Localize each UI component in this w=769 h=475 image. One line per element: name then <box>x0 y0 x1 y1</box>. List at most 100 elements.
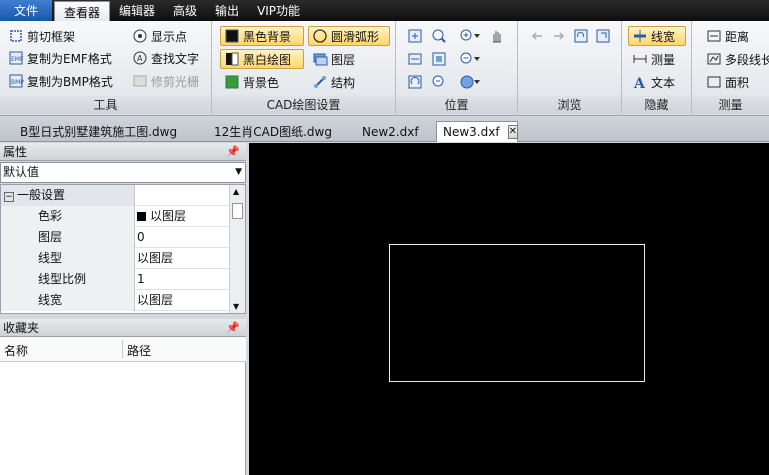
menu-advanced[interactable]: 高级 <box>164 0 206 21</box>
polyline-length-button[interactable]: 多段线长 <box>702 49 769 69</box>
svg-text:A: A <box>633 76 646 90</box>
ruler-icon <box>632 51 648 67</box>
black-background-button[interactable]: 黑色背景 <box>220 26 304 46</box>
menu-file[interactable]: 文件 <box>0 0 52 21</box>
menu-output[interactable]: 输出 <box>206 0 248 21</box>
tab-zodiac[interactable]: 12生肖CAD图纸.dwg <box>208 121 338 142</box>
black-bg-icon <box>224 28 240 44</box>
back-arrow-icon[interactable] <box>526 26 548 46</box>
scroll-down-icon[interactable]: ▼ <box>233 302 239 311</box>
column-divider[interactable] <box>122 340 123 358</box>
column-name[interactable]: 名称 <box>4 342 28 359</box>
distance-button[interactable]: 距离 <box>702 26 753 46</box>
fit-width-icon[interactable] <box>404 49 426 69</box>
layers-button[interactable]: 图层 <box>308 49 359 69</box>
property-row[interactable]: 图层 0 <box>1 227 229 248</box>
column-path[interactable]: 路径 <box>127 342 151 359</box>
drawing-canvas[interactable] <box>249 143 769 475</box>
properties-combo[interactable]: 默认值 ▼ <box>0 162 246 183</box>
find-text-icon: A <box>132 50 148 66</box>
points-icon <box>132 28 148 44</box>
svg-text:A: A <box>137 54 143 63</box>
crop-icon <box>8 28 24 44</box>
favorites-list: 名称 路径 <box>0 337 246 475</box>
pan-left-icon[interactable] <box>404 26 426 46</box>
line-width-button[interactable]: 线宽 <box>628 26 686 46</box>
scroll-thumb[interactable] <box>232 203 243 219</box>
tab-new3[interactable]: New3.dxf ✕ <box>436 121 518 142</box>
property-row[interactable]: 线型 以图层 <box>1 248 229 269</box>
zoom-in-dropdown-icon[interactable] <box>472 26 482 46</box>
text-icon: A <box>632 74 648 90</box>
rotate-icon[interactable] <box>404 72 426 92</box>
find-text-button[interactable]: A 查找文字 <box>128 48 203 68</box>
bmp-icon: BMP <box>8 73 24 89</box>
text-toggle-button[interactable]: A 文本 <box>628 72 679 92</box>
zoom-extents-icon[interactable] <box>428 49 450 69</box>
smooth-arc-button[interactable]: 圆滑弧形 <box>308 26 390 46</box>
line-width-icon <box>632 28 648 44</box>
svg-text:BMP: BMP <box>11 79 24 86</box>
properties-grid: − 一般设置 色彩 以图层 图层 0 线型 以图层 线型比例 1 线宽 以图层 ▲… <box>0 184 246 314</box>
area-icon <box>706 74 722 90</box>
group-hide: 线宽 测量 A 文本 隐藏 <box>622 21 692 116</box>
drawing-rectangle[interactable] <box>389 244 645 382</box>
bg-color-icon <box>224 74 240 90</box>
properties-panel-title: 属性 📌 <box>0 143 246 161</box>
ribbon: 剪切框架 EMF 复制为EMF格式 BMP 复制为BMP格式 显示点 A 查找文… <box>0 21 769 116</box>
trim-raster-button[interactable]: 修剪光栅 <box>128 71 203 91</box>
menu-viewer[interactable]: 查看器 <box>54 1 111 22</box>
pin-icon[interactable]: 📌 <box>226 143 240 161</box>
arc-icon <box>312 28 328 44</box>
area-button[interactable]: 面积 <box>702 72 753 92</box>
group-browse-label: 浏览 <box>518 96 621 114</box>
structure-icon <box>312 74 328 90</box>
property-row[interactable]: 色彩 以图层 <box>1 206 229 227</box>
tab-new2[interactable]: New2.dxf <box>356 121 425 142</box>
pin-icon[interactable]: 📌 <box>226 319 240 337</box>
hand-pan-icon[interactable] <box>486 26 508 46</box>
distance-icon <box>706 28 722 44</box>
group-tools: 剪切框架 EMF 复制为EMF格式 BMP 复制为BMP格式 显示点 A 查找文… <box>0 21 212 116</box>
open-folder-icon[interactable] <box>592 26 614 46</box>
structure-button[interactable]: 结构 <box>308 72 359 92</box>
forward-arrow-icon[interactable] <box>548 26 570 46</box>
tab-b-villa[interactable]: B型日式别墅建筑施工图.dwg <box>14 121 183 142</box>
chevron-down-icon[interactable]: ▼ <box>235 163 242 182</box>
property-row[interactable]: 线宽 以图层 <box>1 290 229 311</box>
zoom-previous-icon[interactable] <box>428 72 450 92</box>
properties-scrollbar[interactable]: ▲ ▼ <box>229 185 245 313</box>
group-cad-settings: 黑色背景 黑白绘图 背景色 圆滑弧形 图层 结构 CAD绘图设置 <box>212 21 396 116</box>
trim-raster-icon <box>132 73 148 89</box>
zoom-out-dropdown-icon[interactable] <box>472 49 482 69</box>
refresh-icon[interactable] <box>570 26 592 46</box>
menu-vip[interactable]: VIP功能 <box>248 0 309 21</box>
group-position: 位置 <box>396 21 518 116</box>
layers-icon <box>312 51 328 67</box>
group-measure-label: 测量 <box>692 96 769 114</box>
menu-bar: 文件 查看器 编辑器 高级 输出 VIP功能 <box>0 0 769 22</box>
crop-frame-button[interactable]: 剪切框架 <box>4 26 79 46</box>
zoom-window-icon[interactable] <box>428 26 450 46</box>
emf-icon: EMF <box>8 50 24 66</box>
bw-drawing-button[interactable]: 黑白绘图 <box>220 49 304 69</box>
category-row[interactable]: − 一般设置 <box>1 185 229 206</box>
close-icon[interactable]: ✕ <box>507 125 518 139</box>
copy-emf-button[interactable]: EMF 复制为EMF格式 <box>4 48 116 68</box>
measure-toggle-button[interactable]: 测量 <box>628 49 679 69</box>
group-browse: 浏览 <box>518 21 622 116</box>
property-row[interactable]: 线型比例 1 <box>1 269 229 290</box>
view-options-dropdown-icon[interactable] <box>472 72 482 92</box>
favorites-header: 名称 路径 <box>0 337 246 362</box>
group-measure: 距离 多段线长 面积 测量 <box>692 21 769 116</box>
menu-editor[interactable]: 编辑器 <box>110 0 164 21</box>
color-swatch-icon <box>137 212 146 221</box>
group-position-label: 位置 <box>396 96 517 114</box>
show-points-button[interactable]: 显示点 <box>128 26 191 46</box>
svg-text:EMF: EMF <box>11 56 24 63</box>
background-color-button[interactable]: 背景色 <box>220 72 283 92</box>
bw-icon <box>224 51 240 67</box>
copy-bmp-button[interactable]: BMP 复制为BMP格式 <box>4 71 117 91</box>
scroll-up-icon[interactable]: ▲ <box>233 187 239 196</box>
collapse-icon[interactable]: − <box>4 192 14 202</box>
